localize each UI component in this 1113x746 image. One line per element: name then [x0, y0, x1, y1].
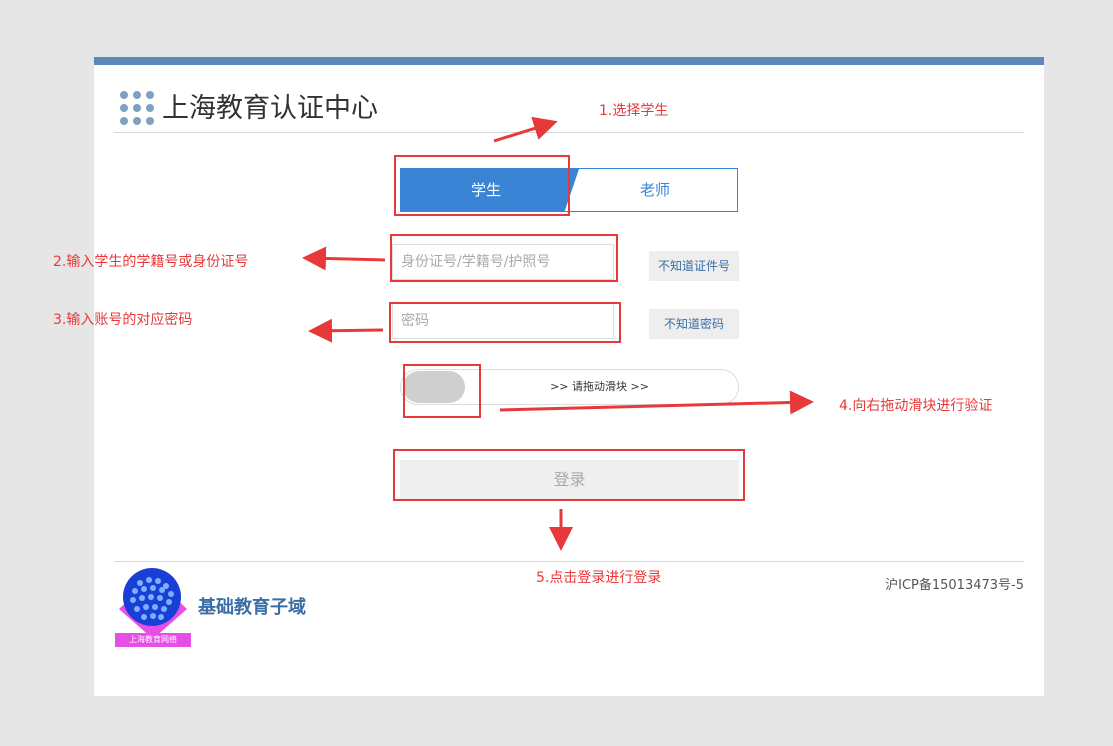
- annotation-step5: 5.点击登录进行登录: [536, 570, 662, 586]
- annotation-step3: 3.输入账号的对应密码: [53, 312, 193, 328]
- forgot-id-button[interactable]: 不知道证件号: [649, 251, 739, 281]
- login-button[interactable]: 登录: [400, 460, 739, 500]
- top-accent-bar: [94, 57, 1044, 65]
- tab-student[interactable]: 学生: [401, 169, 571, 211]
- slider-captcha: >> 请拖动滑块 >>: [400, 369, 739, 405]
- password-field-wrapper: [392, 303, 614, 339]
- annotation-step2: 2.输入学生的学籍号或身份证号: [53, 254, 249, 270]
- icp-number: 沪ICP备15013473号-5: [885, 578, 1024, 593]
- slider-handle[interactable]: [403, 371, 465, 403]
- slider-hint: >> 请拖动滑块 >>: [550, 380, 649, 393]
- footer-divider: [114, 561, 1024, 562]
- dots-logo-icon: [120, 91, 156, 127]
- domain-label: 基础教育子域: [198, 597, 306, 618]
- page-title: 上海教育认证中心: [162, 93, 378, 124]
- role-tabs: 学生 老师: [400, 168, 738, 212]
- login-card: 上海教育认证中心 学生 老师 不知道证件号 不知道密码 >> 请拖动滑块 >> …: [94, 57, 1044, 696]
- id-number-input[interactable]: [393, 245, 613, 279]
- tab-teacher[interactable]: 老师: [571, 169, 737, 211]
- logo-caption: 上海教育网络: [129, 635, 177, 644]
- shanghai-education-network-logo: 上海教育网络: [115, 567, 191, 647]
- id-field-wrapper: [392, 244, 614, 280]
- forgot-password-button[interactable]: 不知道密码: [649, 309, 739, 339]
- password-input[interactable]: [393, 304, 613, 338]
- header-divider: [114, 132, 1024, 133]
- annotation-step4: 4.向右拖动滑块进行验证: [839, 398, 993, 414]
- annotation-step1: 1.选择学生: [599, 103, 669, 119]
